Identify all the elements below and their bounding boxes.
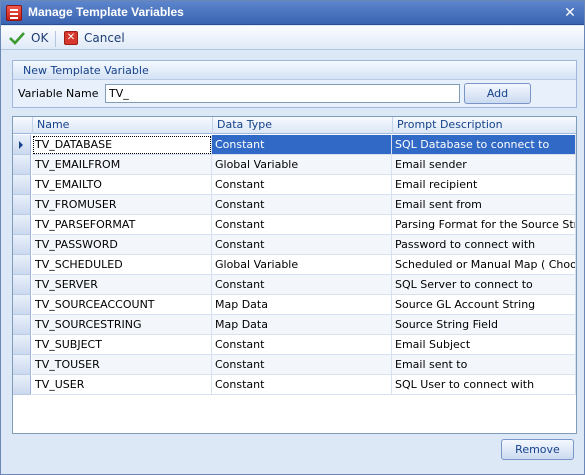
cell-data-type[interactable]: Constant (212, 235, 392, 255)
column-header-name[interactable]: Name (32, 117, 212, 134)
cell-name[interactable]: TV_DATABASE (32, 135, 212, 155)
title-bar: Manage Template Variables ✕ (1, 1, 584, 25)
cell-data-type[interactable]: Constant (212, 355, 392, 375)
cell-prompt-description[interactable]: Email sent to (392, 355, 576, 375)
toolbar: OK ✕ Cancel (1, 26, 584, 50)
cell-data-type[interactable]: Map Data (212, 315, 392, 335)
row-selector[interactable] (13, 175, 31, 195)
row-selector[interactable] (13, 255, 31, 275)
cell-prompt-description[interactable]: Parsing Format for the Source Stri... (392, 215, 576, 235)
row-selector[interactable] (13, 155, 31, 175)
row-selector[interactable] (13, 195, 31, 215)
table-row[interactable]: TV_FROMUSER Constant Email sent from (13, 195, 576, 215)
table-row[interactable]: TV_SOURCEACCOUNT Map Data Source GL Accoun… (13, 295, 576, 315)
table-row[interactable]: TV_PASSWORD Constant Password to connect w… (13, 235, 576, 255)
variables-grid[interactable]: Name Data Type Prompt Description TV_DAT… (12, 116, 577, 434)
cell-data-type[interactable]: Global Variable (212, 155, 392, 175)
cell-prompt-description[interactable]: Password to connect with (392, 235, 576, 255)
column-header-prompt-description[interactable]: Prompt Description (392, 117, 576, 134)
cell-name[interactable]: TV_TOUSER (32, 355, 212, 375)
cell-data-type[interactable]: Constant (212, 375, 392, 395)
group-title: New Template Variable (23, 64, 149, 77)
cell-name[interactable]: TV_EMAILFROM (32, 155, 212, 175)
table-row[interactable]: TV_EMAILFROM Global Variable Email sender (13, 155, 576, 175)
cell-data-type[interactable]: Global Variable (212, 255, 392, 275)
cell-name[interactable]: TV_SOURCESTRING (32, 315, 212, 335)
cell-data-type[interactable]: Map Data (212, 295, 392, 315)
table-row[interactable]: TV_EMAILTO Constant Email recipient (13, 175, 576, 195)
group-header: New Template Variable (13, 61, 576, 80)
cell-prompt-description[interactable]: Source GL Account String (392, 295, 576, 315)
app-icon (6, 5, 22, 21)
cell-data-type[interactable]: Constant (212, 175, 392, 195)
row-selector[interactable] (13, 295, 31, 315)
cell-name[interactable]: TV_USER (32, 375, 212, 395)
check-icon (9, 32, 25, 45)
table-row[interactable]: TV_TOUSER Constant Email sent to (13, 355, 576, 375)
cell-prompt-description[interactable]: Email recipient (392, 175, 576, 195)
cell-prompt-description[interactable]: Email Subject (392, 335, 576, 355)
row-selector[interactable] (13, 135, 31, 155)
current-row-arrow-icon (19, 141, 23, 149)
cell-prompt-description[interactable]: Source String Field (392, 315, 576, 335)
toolbar-separator (55, 31, 56, 47)
grid-header: Name Data Type Prompt Description (13, 117, 576, 134)
cell-data-type[interactable]: Constant (212, 135, 392, 155)
cell-data-type[interactable]: Constant (212, 195, 392, 215)
new-template-variable-group: New Template Variable Variable Name Add (12, 60, 577, 108)
remove-button[interactable]: Remove (501, 439, 574, 460)
add-button[interactable]: Add (464, 83, 531, 104)
cell-name[interactable]: TV_PARSEFORMAT (32, 215, 212, 235)
row-header-corner (13, 117, 31, 134)
cell-prompt-description[interactable]: SQL Server to connect to (392, 275, 576, 295)
close-icon[interactable]: ✕ (562, 5, 578, 21)
cell-prompt-description[interactable]: Email sent from (392, 195, 576, 215)
row-selector[interactable] (13, 235, 31, 255)
row-selector[interactable] (13, 275, 31, 295)
row-selector[interactable] (13, 375, 31, 395)
table-row[interactable]: TV_SERVER Constant SQL Server to connect t… (13, 275, 576, 295)
cell-data-type[interactable]: Constant (212, 335, 392, 355)
manage-template-variables-dialog: Manage Template Variables ✕ OK ✕ Cancel … (0, 0, 585, 475)
table-row[interactable]: TV_SCHEDULED Global Variable Scheduled or … (13, 255, 576, 275)
table-row[interactable]: TV_USER Constant SQL User to connect with (13, 375, 576, 395)
variable-name-label: Variable Name (18, 87, 99, 100)
cell-prompt-description[interactable]: SQL Database to connect to (392, 135, 576, 155)
cell-name[interactable]: TV_PASSWORD (32, 235, 212, 255)
table-row[interactable]: TV_SUBJECT Constant Email Subject (13, 335, 576, 355)
cell-name[interactable]: TV_FROMUSER (32, 195, 212, 215)
cell-data-type[interactable]: Constant (212, 275, 392, 295)
cell-data-type[interactable]: Constant (212, 215, 392, 235)
cell-name[interactable]: TV_SERVER (32, 275, 212, 295)
ok-label: OK (31, 31, 49, 45)
row-selector[interactable] (13, 215, 31, 235)
cell-name[interactable]: TV_EMAILTO (32, 175, 212, 195)
table-row[interactable]: TV_DATABASE Constant SQL Database to conne… (13, 135, 576, 155)
window-title: Manage Template Variables (28, 5, 184, 19)
column-header-data-type[interactable]: Data Type (212, 117, 392, 134)
cell-prompt-description[interactable]: Email sender (392, 155, 576, 175)
row-selector[interactable] (13, 355, 31, 375)
cell-prompt-description[interactable]: SQL User to connect with (392, 375, 576, 395)
variable-name-input[interactable] (105, 84, 460, 103)
cell-name[interactable]: TV_SUBJECT (32, 335, 212, 355)
row-selector[interactable] (13, 315, 31, 335)
cancel-icon: ✕ (64, 31, 78, 45)
table-row[interactable]: TV_SOURCESTRING Map Data Source String Fie… (13, 315, 576, 335)
row-selector[interactable] (13, 335, 31, 355)
cell-name[interactable]: TV_SCHEDULED (32, 255, 212, 275)
cell-name[interactable]: TV_SOURCEACCOUNT (32, 295, 212, 315)
table-row[interactable]: TV_PARSEFORMAT Constant Parsing Format for… (13, 215, 576, 235)
cell-prompt-description[interactable]: Scheduled or Manual Map ( Choos... (392, 255, 576, 275)
cancel-label: Cancel (84, 31, 125, 45)
